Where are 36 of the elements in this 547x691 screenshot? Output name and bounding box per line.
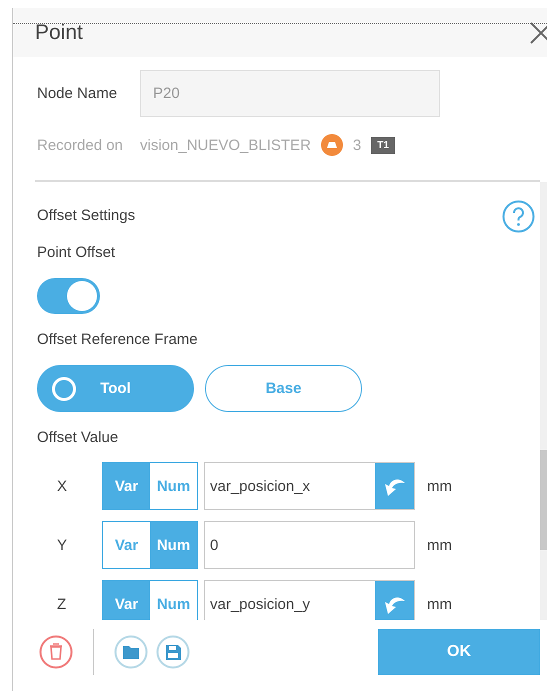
- axis-label: X: [56, 478, 68, 494]
- tool-tag: T1: [371, 136, 395, 154]
- undo-button[interactable]: [375, 463, 414, 509]
- offset-value-label: Offset Value: [37, 428, 118, 448]
- mode-toggle[interactable]: Num: [150, 522, 197, 568]
- axis-label: Z: [56, 596, 68, 612]
- undo-button[interactable]: [375, 581, 414, 620]
- save-icon[interactable]: [156, 635, 190, 669]
- node-name-field[interactable]: P20: [140, 70, 440, 117]
- unit-label: mm: [427, 478, 452, 494]
- recorded-on-label: Recorded on: [37, 136, 124, 154]
- help-icon[interactable]: [502, 200, 535, 233]
- reference-frame-label: Offset Reference Frame: [37, 330, 198, 350]
- offset-value-field[interactable]: var_posicion_x: [204, 462, 415, 510]
- mode-toggle[interactable]: Var: [103, 463, 150, 509]
- node-name-label: Node Name: [37, 85, 118, 102]
- reference-frame-option[interactable]: Base: [205, 365, 362, 412]
- section-heading: Offset Settings: [37, 206, 136, 226]
- scrollbar-thumb[interactable]: [540, 450, 547, 550]
- point-offset-label: Point Offset: [37, 243, 116, 263]
- offset-value-field[interactable]: var_posicion_y: [204, 580, 415, 620]
- recorded-source: vision_NUEVO_BLISTER: [140, 136, 311, 154]
- unit-label: mm: [427, 596, 452, 612]
- point-offset-toggle[interactable]: [37, 278, 100, 314]
- vision-badge-icon: [320, 134, 343, 156]
- folder-icon[interactable]: [114, 635, 148, 669]
- unit-label: mm: [427, 536, 452, 554]
- dialog-title: Point: [35, 20, 83, 44]
- offset-value-field[interactable]: 0: [204, 521, 415, 569]
- ok-button[interactable]: OK: [378, 629, 540, 675]
- axis-label: Y: [56, 536, 68, 554]
- trash-icon[interactable]: [39, 635, 73, 669]
- mode-toggle[interactable]: Var: [103, 581, 150, 620]
- close-icon[interactable]: [529, 21, 547, 45]
- reference-frame-option[interactable]: Tool: [37, 365, 194, 412]
- vision-count: 3: [352, 136, 362, 154]
